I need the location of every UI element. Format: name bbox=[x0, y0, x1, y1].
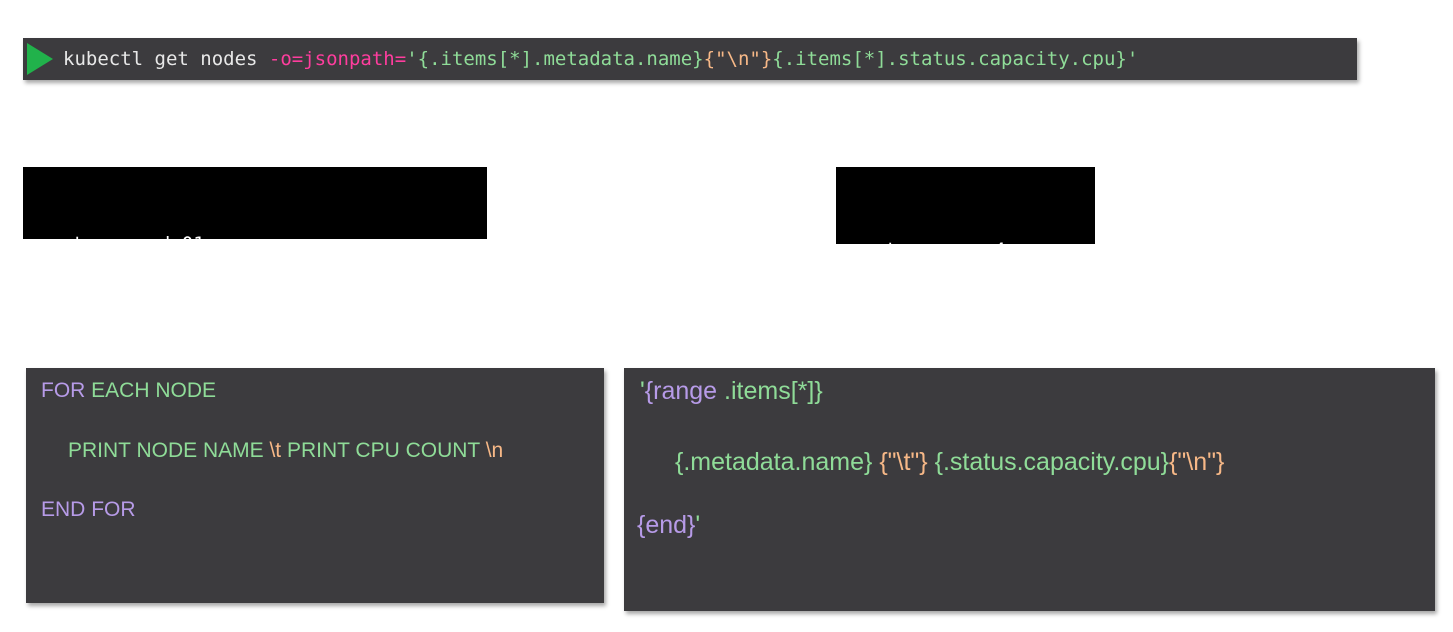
keyword-for: FOR bbox=[41, 379, 86, 402]
print-cpu-count: PRINT CPU COUNT bbox=[281, 439, 486, 462]
tab-expr: {"\t"} bbox=[872, 448, 928, 476]
output-row: master 4 bbox=[851, 236, 1095, 265]
output-cell: 4 bbox=[38, 314, 50, 336]
command-expr-name: {.items[*].metadata.name} bbox=[417, 48, 704, 70]
range-keyword: {range bbox=[644, 377, 718, 405]
command-newline: {"\n"} bbox=[703, 48, 773, 70]
escape-newline: \n bbox=[485, 439, 504, 462]
output-cell: master bbox=[851, 239, 920, 261]
newline-expr: {"\n"} bbox=[1169, 448, 1225, 476]
escape-tab: \t bbox=[269, 439, 282, 462]
output-cell: node01 bbox=[851, 326, 920, 348]
output-cell: 4 bbox=[136, 314, 148, 336]
output-cell: node01 bbox=[136, 233, 205, 255]
command-text: kubectl get nodes -o=jsonpath='{.items[*… bbox=[63, 38, 1138, 80]
output-horizontal: master node01 44 bbox=[23, 167, 487, 336]
command-base: kubectl get nodes bbox=[63, 48, 269, 70]
jsonpath-line-end: {end}' bbox=[637, 511, 700, 540]
end-keyword: {end} bbox=[637, 511, 696, 539]
metadata-name-expr: {.metadata.name} bbox=[675, 448, 873, 476]
pseudocode-line-for: FOR EACH NODE bbox=[41, 379, 216, 403]
command-flag: -o=jsonpath= bbox=[268, 48, 407, 70]
jsonpath-range-panel: '{range .items[*]} {.metadata.name} {"\t… bbox=[624, 368, 1435, 611]
end-quote: ' bbox=[695, 511, 701, 539]
keyword-each: EACH bbox=[91, 379, 150, 402]
output-row: 44 bbox=[38, 312, 487, 339]
pseudocode-line-print: PRINT NODE NAME \t PRINT CPU COUNT \n bbox=[68, 439, 503, 463]
output-cell: 4 bbox=[994, 239, 1006, 261]
output-row: master node01 bbox=[38, 231, 487, 258]
pseudocode-panel: FOR EACH NODE PRINT NODE NAME \t PRINT C… bbox=[26, 368, 604, 603]
command-quote-close: ' bbox=[1126, 48, 1139, 70]
output-tabular: master 4 node01 4 bbox=[836, 167, 1095, 348]
keyword-end: END bbox=[41, 498, 86, 521]
keyword-node: NODE bbox=[155, 379, 217, 402]
jsonpath-line-range: '{range .items[*]} bbox=[640, 377, 823, 406]
output-cell: master bbox=[38, 233, 107, 255]
range-items: .items[*]} bbox=[717, 377, 823, 405]
output-row: node01 4 bbox=[851, 323, 1095, 352]
play-icon[interactable] bbox=[27, 43, 53, 75]
pseudocode-line-end: END FOR bbox=[41, 498, 136, 522]
keyword-for-end: FOR bbox=[91, 498, 136, 521]
command-quote-open: ' bbox=[406, 48, 418, 70]
output-cell: 4 bbox=[994, 326, 1006, 348]
command-expr-cpu: {.items[*].status.capacity.cpu} bbox=[772, 48, 1127, 70]
print-node-name: PRINT NODE NAME bbox=[68, 439, 270, 462]
jsonpath-line-body: {.metadata.name} {"\t"} {.status.capacit… bbox=[675, 448, 1224, 477]
cpu-expr: {.status.capacity.cpu} bbox=[927, 448, 1170, 476]
command-bar: kubectl get nodes -o=jsonpath='{.items[*… bbox=[23, 38, 1357, 80]
